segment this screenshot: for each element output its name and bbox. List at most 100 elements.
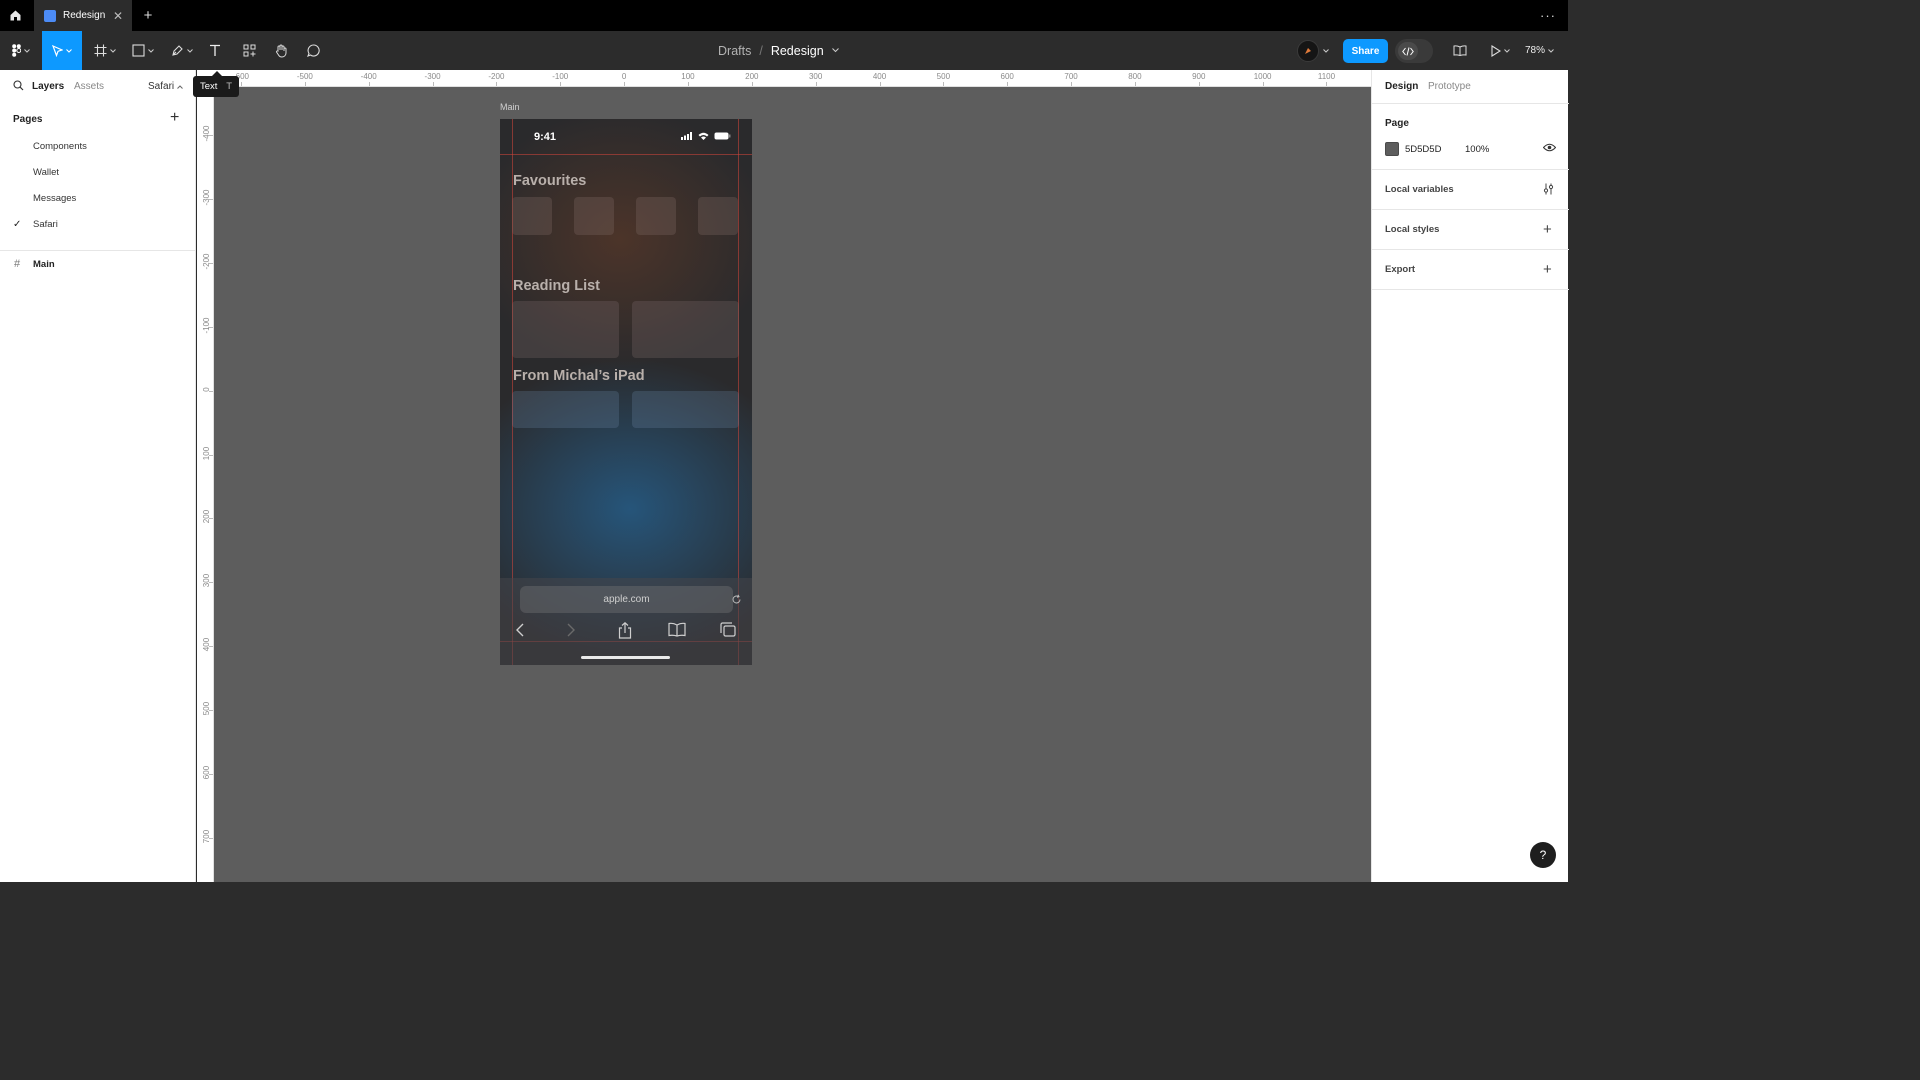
ruler-tick [751, 82, 753, 86]
pen-tool[interactable] [168, 31, 196, 70]
url-field: apple.com [520, 586, 741, 613]
breadcrumb-file-name[interactable]: Redesign [771, 44, 824, 58]
divider [0, 250, 196, 251]
status-time: 9:41 [534, 131, 557, 143]
export-row[interactable]: Export [1385, 264, 1415, 275]
variables-adjust-icon[interactable] [1543, 183, 1554, 195]
library-button[interactable] [1450, 31, 1470, 70]
figma-logo-icon [12, 44, 21, 57]
page-item-components[interactable]: Components [0, 134, 196, 158]
ruler-tick-label: 0 [202, 386, 211, 392]
ruler-tick [209, 646, 213, 648]
help-button[interactable]: ? [1530, 842, 1556, 868]
main-menu-button[interactable] [8, 31, 34, 70]
page-item-label: Messages [33, 192, 77, 204]
avatar[interactable] [1297, 39, 1319, 62]
file-tab[interactable]: Redesign ✕ [34, 0, 132, 31]
ruler-tick-label: -200 [202, 253, 211, 270]
divider [1372, 249, 1569, 250]
text-tool[interactable] [204, 31, 226, 70]
reading-list-card [632, 301, 739, 358]
ruler-tick [209, 135, 213, 136]
text-icon [210, 44, 220, 56]
ruler-tick [209, 837, 213, 839]
ruler-tick-label: 600 [1000, 72, 1014, 81]
add-export-icon[interactable]: + [1543, 262, 1552, 277]
tab-prototype[interactable]: Prototype [1428, 81, 1471, 92]
chevron-down-icon [24, 48, 30, 53]
page-color-swatch[interactable] [1385, 142, 1399, 156]
zoom-level: 78% [1525, 45, 1546, 56]
resources-tool[interactable] [238, 31, 260, 70]
new-tab-button[interactable]: + [138, 0, 158, 31]
page-color-hex[interactable]: 5D5D5D [1405, 144, 1441, 155]
page-item-messages[interactable]: Messages [0, 186, 196, 210]
tooltip-shortcut: T [226, 81, 232, 92]
rectangle-icon [132, 44, 145, 57]
chevron-down-icon [1548, 48, 1554, 53]
share-button[interactable]: Share [1343, 39, 1388, 63]
ruler-tick-label: 400 [202, 638, 211, 652]
shape-tool[interactable] [129, 31, 157, 70]
breadcrumb-separator: / [759, 43, 763, 58]
file-tab-title: Redesign [63, 10, 106, 21]
url-text: apple.com [603, 594, 650, 605]
divider [1372, 103, 1569, 104]
favourite-tile [698, 197, 738, 235]
page-item-safari[interactable]: ✓ Safari [0, 212, 196, 236]
share-icon [618, 622, 632, 639]
more-options-icon[interactable]: ··· [1528, 0, 1568, 31]
local-styles-row[interactable]: Local styles [1385, 224, 1439, 235]
move-tool[interactable] [42, 31, 82, 70]
ruler-tick-label: -400 [202, 125, 211, 142]
page-item-wallet[interactable]: Wallet [0, 160, 196, 184]
zoom-menu[interactable]: 78% [1525, 31, 1554, 70]
ruler-tick-label: -300 [202, 189, 211, 206]
dev-mode-toggle[interactable] [1395, 39, 1433, 63]
page-color-opacity[interactable]: 100% [1465, 144, 1489, 155]
tab-layers[interactable]: Layers [32, 81, 64, 92]
ruler-tick [1071, 82, 1073, 86]
add-style-icon[interactable]: + [1543, 222, 1552, 237]
frame-tool[interactable] [91, 31, 119, 70]
search-icon[interactable] [13, 80, 24, 91]
ruler-tick-label: 1000 [1253, 72, 1272, 81]
bookmarks-icon [668, 622, 686, 637]
local-variables-row[interactable]: Local variables [1385, 184, 1454, 195]
add-page-icon[interactable]: + [170, 110, 179, 126]
ruler-tick-label: 500 [202, 701, 211, 716]
eye-icon[interactable] [1543, 143, 1556, 152]
tab-design[interactable]: Design [1385, 81, 1418, 92]
comment-tool[interactable] [302, 31, 324, 70]
close-tab-icon[interactable]: ✕ [113, 9, 123, 23]
canvas[interactable]: -600 -500 -400 -300 -200 -100 0 100 200 300 400 500… [197, 70, 1371, 882]
breadcrumb-drafts[interactable]: Drafts [718, 44, 751, 58]
ruler-tick [815, 82, 817, 86]
file-icon [44, 9, 56, 22]
ruler-tick [209, 198, 213, 200]
present-button[interactable] [1487, 31, 1513, 70]
play-icon [1490, 44, 1501, 57]
frame-main[interactable]: 9:41 Favourites Reading List From Michal… [500, 119, 752, 665]
divider [1372, 169, 1569, 170]
ruler-tick [209, 390, 213, 392]
pages-heading: Pages [13, 114, 43, 125]
tab-assets[interactable]: Assets [74, 81, 104, 92]
page-item-label: Wallet [33, 166, 60, 178]
hand-tool[interactable] [270, 31, 292, 70]
code-icon [1398, 42, 1418, 60]
multiplayer-avatars[interactable] [1297, 39, 1329, 62]
home-button[interactable] [0, 0, 31, 31]
chevron-up-icon [177, 84, 183, 89]
current-page-label: Safari [148, 81, 175, 92]
layer-item-main[interactable]: # Main [0, 254, 196, 274]
frame-icon [94, 44, 107, 57]
frame-label[interactable]: Main [500, 102, 520, 112]
chevron-down-icon[interactable] [831, 48, 839, 53]
section-title-reading-list: Reading List [513, 278, 601, 294]
ruler-tick-label: 1100 [1317, 72, 1336, 81]
user-avatar-icon [1305, 47, 1311, 54]
ruler-tick-label: 300 [808, 72, 823, 81]
ruler-tick [1134, 82, 1136, 86]
page-switcher[interactable]: Safari [148, 81, 183, 92]
